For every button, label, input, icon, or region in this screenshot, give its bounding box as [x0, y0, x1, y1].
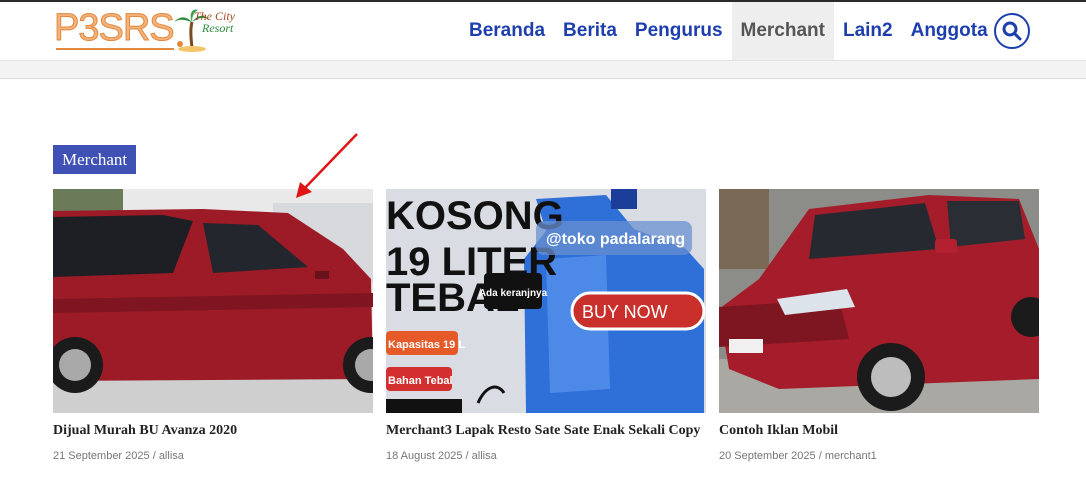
post-date: 21 September 2025 [53, 450, 150, 462]
post-meta: 21 September 2025 / allisa [53, 450, 373, 462]
meta-separator: / [815, 450, 825, 462]
post-card: Dijual Murah BU Avanza 2020 21 September… [53, 189, 373, 462]
image-label-material: Bahan Tebal [388, 375, 453, 387]
post-title[interactable]: Merchant3 Lapak Resto Sate Sate Enak Sek… [386, 423, 706, 439]
nav-item-berita[interactable]: Berita [554, 2, 626, 60]
post-date: 18 August 2025 [386, 450, 463, 462]
post-title[interactable]: Dijual Murah BU Avanza 2020 [53, 423, 373, 439]
nav-item-lain2[interactable]: Lain2 [834, 2, 902, 60]
logo-sub-line-2: Resort [202, 21, 234, 35]
red-mpv-image [719, 189, 1039, 413]
post-thumbnail[interactable] [53, 189, 373, 413]
post-thumbnail[interactable]: KOSONG 19 LITER TEBAL Ada keranjnya @tok… [386, 189, 706, 413]
image-buy-now: BUY NOW [582, 302, 668, 322]
image-watermark: @toko padalarang [546, 231, 685, 248]
post-author-link[interactable]: allisa [159, 450, 184, 462]
post-author-link[interactable]: merchant1 [825, 450, 877, 462]
nav-item-pengurus[interactable]: Pengurus [626, 2, 732, 60]
water-gallon-image: KOSONG 19 LITER TEBAL Ada keranjnya @tok… [386, 189, 706, 413]
image-label-capacity: Kapasitas 19 L [388, 339, 465, 351]
search-icon [1002, 21, 1022, 41]
meta-separator: / [149, 450, 159, 462]
post-thumbnail[interactable] [719, 189, 1039, 413]
header-subbar [0, 60, 1086, 79]
post-author-link[interactable]: allisa [472, 450, 497, 462]
nav-item-merchant[interactable]: Merchant [731, 2, 834, 60]
section-tag-merchant[interactable]: Merchant [53, 145, 137, 174]
post-title[interactable]: Contoh Iklan Mobil [719, 423, 1039, 439]
post-date: 20 September 2025 [719, 450, 816, 462]
logo-text: P3SRS [54, 7, 176, 49]
search-button[interactable] [994, 13, 1030, 49]
logo-underline [56, 48, 174, 50]
logo-subtitle: The City Resort [194, 10, 254, 34]
post-card: KOSONG 19 LITER TEBAL Ada keranjnya @tok… [386, 189, 706, 462]
site-header: P3SRS The City Resort Beranda Berita Pengu… [0, 2, 1086, 60]
image-badge: Ada keranjnya [479, 288, 548, 299]
post-card: Contoh Iklan Mobil 20 September 2025 / m… [719, 189, 1039, 462]
post-meta: 18 August 2025 / allisa [386, 450, 706, 462]
nav-item-anggota[interactable]: Anggota [902, 2, 997, 60]
site-logo[interactable]: P3SRS The City Resort [54, 6, 246, 56]
red-car-image [53, 189, 373, 413]
post-meta: 20 September 2025 / merchant1 [719, 450, 1039, 462]
nav-item-beranda[interactable]: Beranda [460, 2, 554, 60]
main-nav: Beranda Berita Pengurus Merchant Lain2 Anggot… [460, 2, 997, 60]
meta-separator: / [462, 450, 472, 462]
